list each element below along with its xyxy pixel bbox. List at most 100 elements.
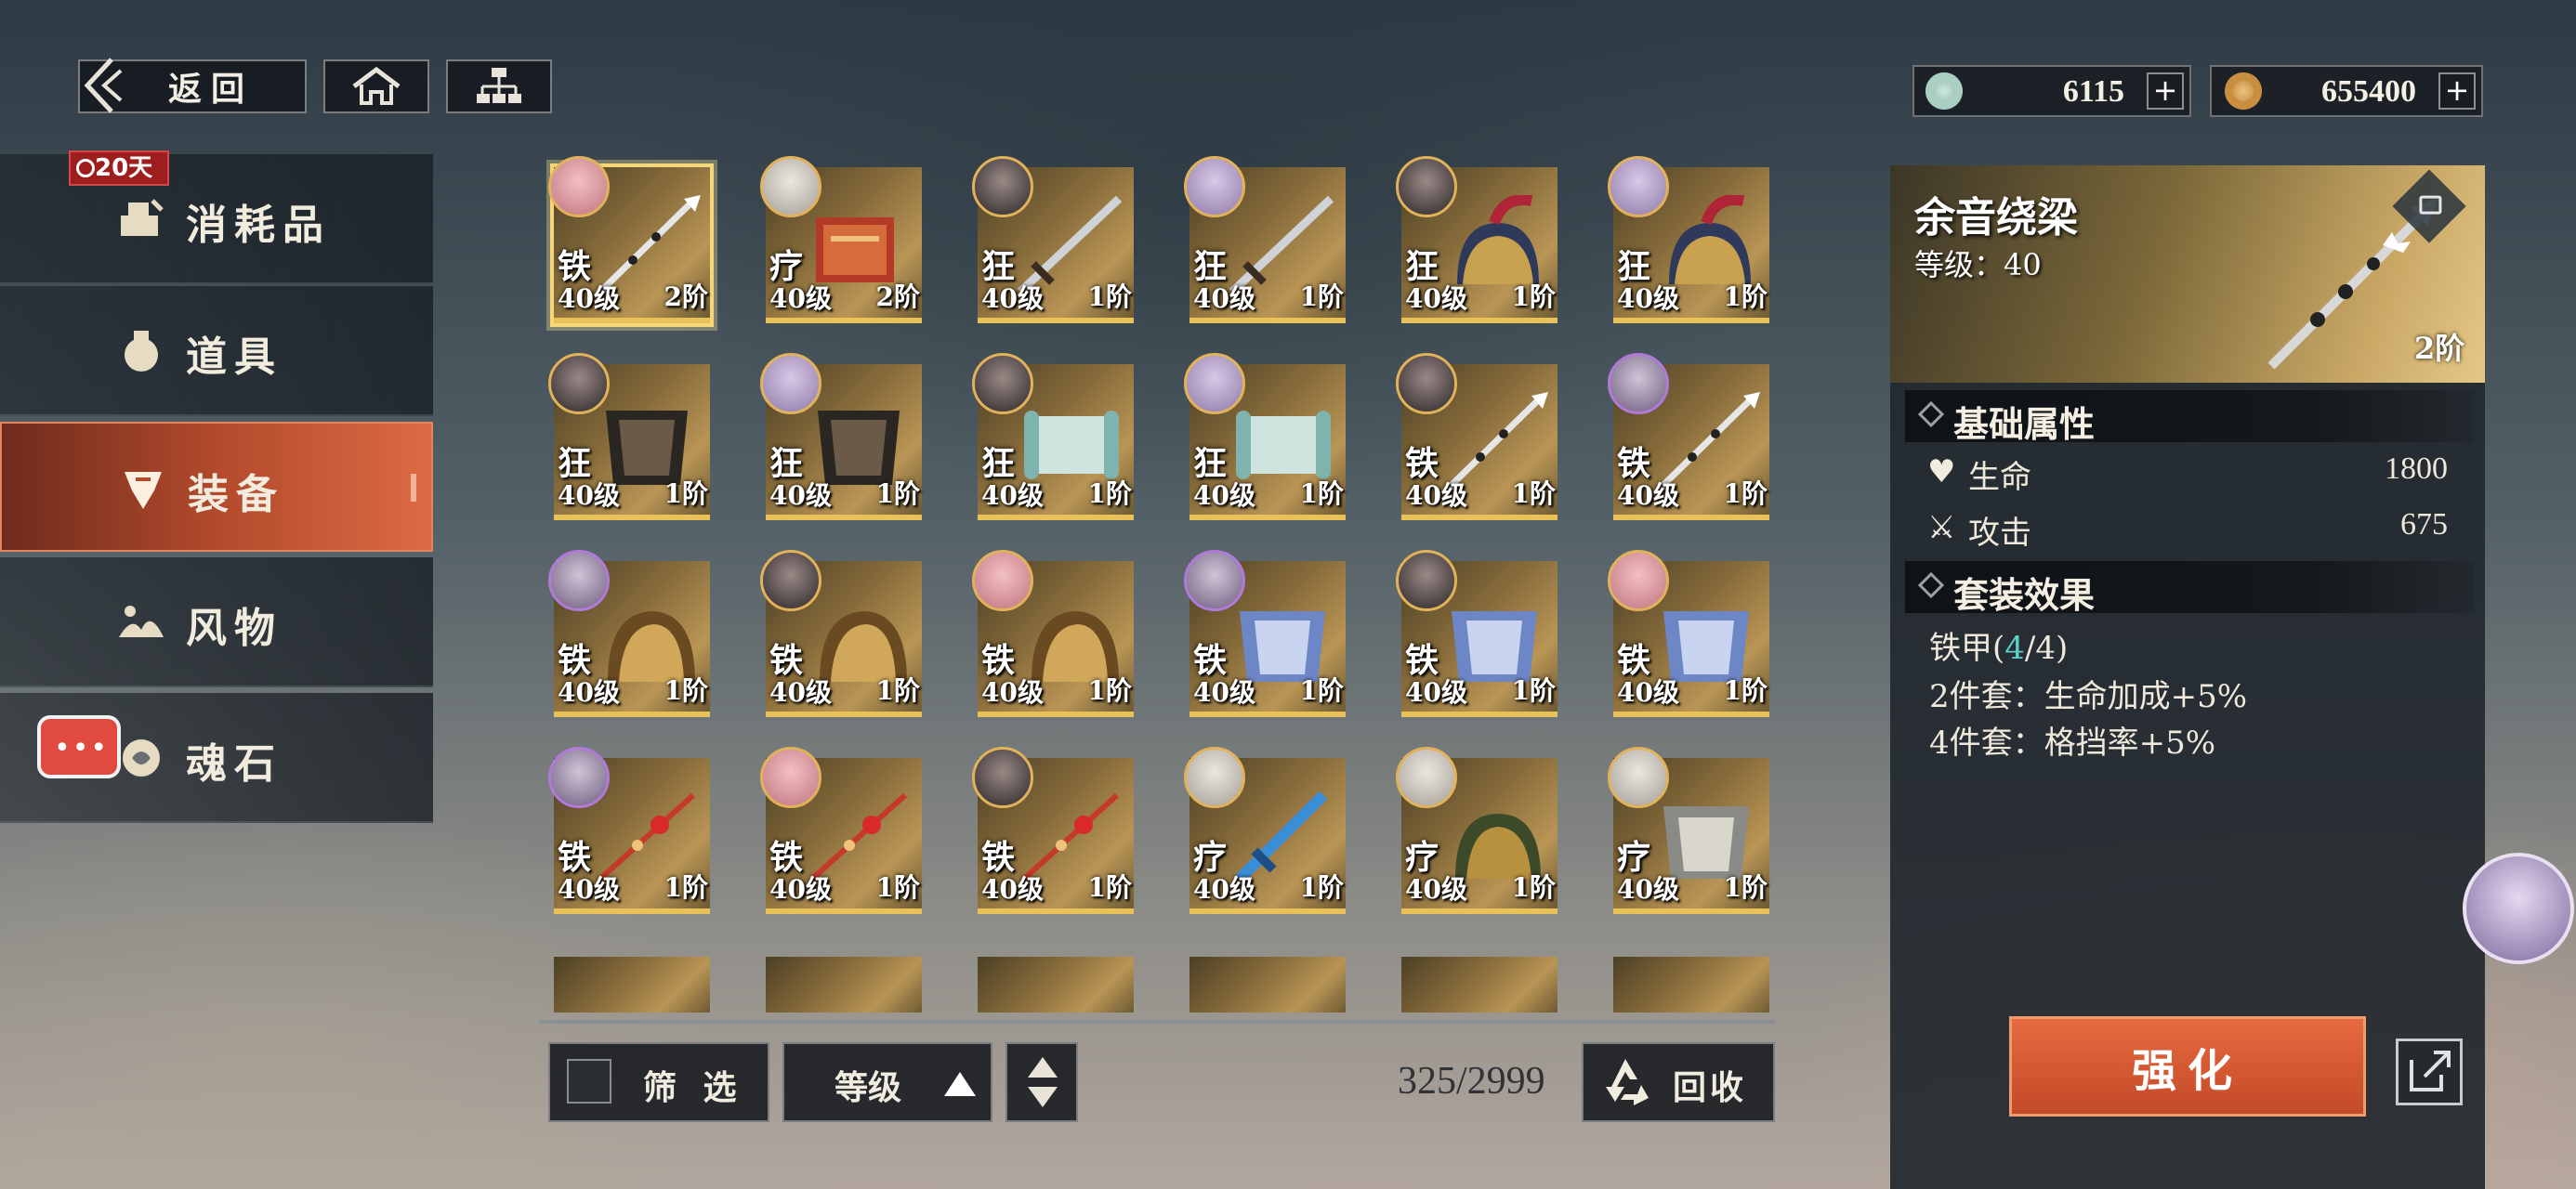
sidebar-label-soulstone: 魂石 xyxy=(186,740,283,788)
hierarchy-button[interactable] xyxy=(446,59,552,113)
copper-currency: 655400 + xyxy=(2210,65,2483,117)
assistant-avatar-button[interactable] xyxy=(2463,853,2574,964)
home-icon xyxy=(352,66,401,105)
tier-tag: 2阶 xyxy=(876,277,920,314)
equipment-card[interactable]: 狂 40级 1阶 xyxy=(972,353,1134,520)
equipment-card[interactable]: 铁 40级 1阶 xyxy=(760,550,922,717)
set-name-prefix: 铁甲( xyxy=(1929,630,2005,667)
equipment-card[interactable]: 疗 40级 1阶 xyxy=(1396,747,1557,914)
sidebar-label-items: 道具 xyxy=(186,333,283,381)
equipment-card-partial[interactable] xyxy=(766,957,922,1013)
equipment-card[interactable]: 铁 40级 1阶 xyxy=(548,747,710,914)
tier-tag: 1阶 xyxy=(1300,868,1344,905)
stat-row-attack: ⚔ 攻击 675 xyxy=(1927,507,2476,554)
equipment-card[interactable]: 铁 40级 1阶 xyxy=(760,747,922,914)
equipment-icon xyxy=(125,472,162,509)
jade-add-button[interactable]: + xyxy=(2147,72,2184,110)
set-bonus-2-text: 2件套：生命加成+5% xyxy=(1929,678,2248,715)
level-tag: 40级 xyxy=(1617,283,1679,314)
equipment-card[interactable]: 狂 40级 1阶 xyxy=(760,353,922,520)
back-button[interactable]: 返回 xyxy=(78,58,307,113)
timer-badge: 20天 xyxy=(69,150,169,186)
level-tag: 40级 xyxy=(1617,480,1679,511)
copper-add-button[interactable]: + xyxy=(2438,72,2476,110)
soulstone-icon xyxy=(123,739,160,777)
base-attributes-title: 基础属性 xyxy=(1953,403,2096,445)
lock-icon xyxy=(2419,195,2442,215)
set-bonus-4: 4件套：格挡率+5% xyxy=(1929,717,2477,764)
equipment-card-partial[interactable] xyxy=(554,957,710,1013)
filter-label: 筛 选 xyxy=(643,1068,744,1107)
level-tag: 40级 xyxy=(769,874,832,905)
sort-order-toggle[interactable] xyxy=(1005,1042,1078,1122)
equipment-card-partial[interactable] xyxy=(1401,957,1557,1013)
tier-tag: 1阶 xyxy=(1088,868,1132,905)
level-tag: 40级 xyxy=(1405,480,1467,511)
equipment-card[interactable]: 铁 40级 1阶 xyxy=(1184,550,1346,717)
back-label: 返回 xyxy=(167,70,254,109)
recycle-button[interactable]: 回收 xyxy=(1582,1042,1775,1122)
filter-checkbox[interactable] xyxy=(567,1059,611,1104)
level-tag: 40级 xyxy=(769,677,832,708)
enhance-label: 强化 xyxy=(2131,1045,2243,1097)
equipment-card[interactable]: 铁 40级 2阶 xyxy=(548,156,714,327)
equipment-card[interactable]: 狂 40级 1阶 xyxy=(1184,156,1346,323)
crossed-swords-icon: ⚔ xyxy=(1927,509,1956,546)
equipment-card[interactable]: 狂 40级 1阶 xyxy=(1396,156,1557,323)
home-button[interactable] xyxy=(323,59,429,113)
stat-row-hp: ♥ 生命 1800 xyxy=(1927,451,2476,498)
set-count: 4 xyxy=(2004,630,2025,667)
equipment-card-partial[interactable] xyxy=(1613,957,1769,1013)
equipment-card-partial[interactable] xyxy=(978,957,1134,1013)
sort-dropdown[interactable]: 等级 xyxy=(782,1042,992,1122)
tier-tag: 1阶 xyxy=(664,671,708,708)
equipment-card[interactable]: 铁 40级 1阶 xyxy=(1608,550,1769,717)
level-tag: 40级 xyxy=(1193,874,1255,905)
item-detail-header: 余音绕梁 等级：40 2阶 xyxy=(1890,165,2485,383)
inventory-count: 325/2999 xyxy=(1398,1060,1545,1103)
tier-tag: 1阶 xyxy=(1512,277,1556,314)
sort-order-icon xyxy=(1028,1057,1058,1078)
chat-dots-icon: ••• xyxy=(54,732,110,764)
tier-tag: 1阶 xyxy=(1088,277,1132,314)
equipment-card[interactable]: 铁 40级 1阶 xyxy=(972,747,1134,914)
equipment-card[interactable]: 狂 40级 1阶 xyxy=(1608,156,1769,323)
equipment-card-partial[interactable] xyxy=(1189,957,1346,1013)
sidebar-item-equipment[interactable]: 装备 xyxy=(0,422,433,552)
sidebar-item-consumables[interactable]: 消耗品 xyxy=(0,154,433,284)
tier-tag: 1阶 xyxy=(1512,868,1556,905)
filter-button[interactable]: 筛 选 xyxy=(548,1042,769,1122)
level-tag: 40级 xyxy=(981,874,1044,905)
level-tag: 40级 xyxy=(1193,283,1255,314)
equipment-card[interactable]: 铁 40级 1阶 xyxy=(548,550,710,717)
jade-value: 6115 xyxy=(2062,74,2124,109)
tier-tag: 2阶 xyxy=(664,277,708,314)
equipment-card[interactable]: 疗 40级 1阶 xyxy=(1608,747,1769,914)
back-arrow-icon xyxy=(84,58,123,113)
tier-tag: 1阶 xyxy=(1088,671,1132,708)
equipment-card[interactable]: 铁 40级 1阶 xyxy=(972,550,1134,717)
tier-tag: 1阶 xyxy=(1300,474,1344,511)
item-name: 余音绕梁 xyxy=(1914,194,2078,242)
equipment-card[interactable]: 铁 40级 1阶 xyxy=(1608,353,1769,520)
chat-bubble-button[interactable]: ••• xyxy=(37,715,121,778)
equipment-card[interactable]: 铁 40级 1阶 xyxy=(1396,353,1557,520)
stat-label-hp: 生命 xyxy=(1968,459,2031,496)
set-effect-header: 套装效果 xyxy=(1905,561,2474,616)
equipment-card[interactable]: 疗 40级 2阶 xyxy=(760,156,922,323)
equipment-card[interactable]: 狂 40级 1阶 xyxy=(548,353,710,520)
equipment-card[interactable]: 狂 40级 1阶 xyxy=(1184,353,1346,520)
set-name-suffix: /4) xyxy=(2024,630,2069,667)
diamond-icon xyxy=(1917,571,1945,599)
equipment-card[interactable]: 铁 40级 1阶 xyxy=(1396,550,1557,717)
sidebar-item-scenery[interactable]: 风物 xyxy=(0,557,433,687)
tier-tag: 1阶 xyxy=(1300,277,1344,314)
share-button[interactable] xyxy=(2396,1039,2463,1105)
hierarchy-icon xyxy=(477,68,521,103)
clock-icon xyxy=(76,159,95,177)
enhance-button[interactable]: 强化 xyxy=(2009,1016,2366,1117)
sidebar-item-items[interactable]: 道具 xyxy=(0,286,433,416)
tier-tag: 1阶 xyxy=(1512,671,1556,708)
equipment-card[interactable]: 疗 40级 1阶 xyxy=(1184,747,1346,914)
equipment-card[interactable]: 狂 40级 1阶 xyxy=(972,156,1134,323)
